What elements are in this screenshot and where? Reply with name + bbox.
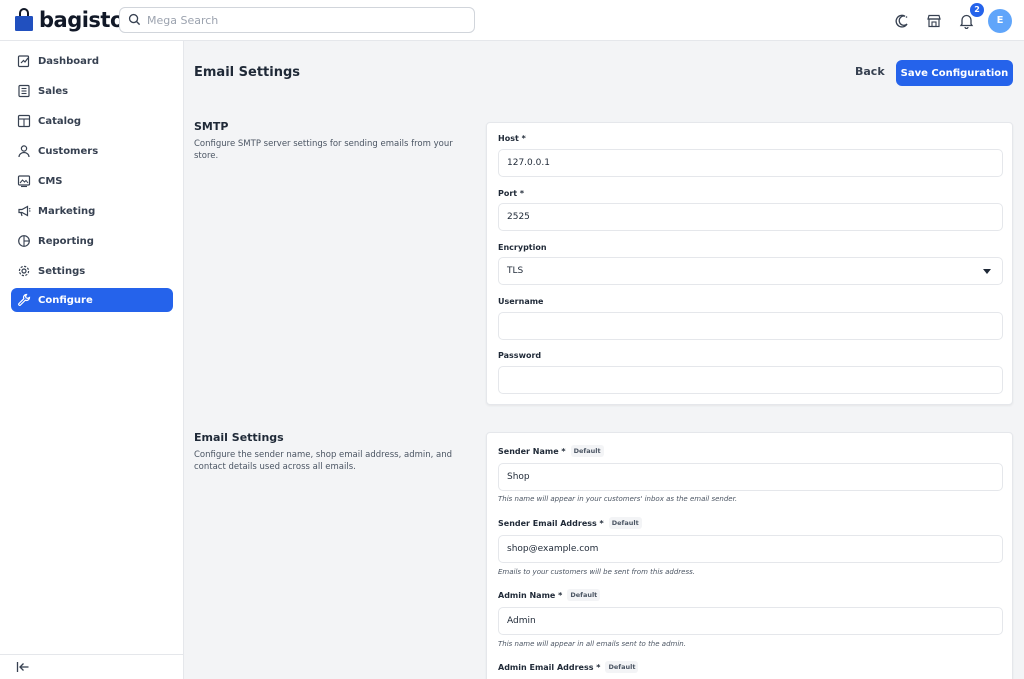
default-badge: Default [567, 589, 601, 601]
sidebar-item-label: Sales [38, 85, 69, 97]
gear-icon [16, 263, 32, 279]
admin-email-label: Admin Email Address * Default [498, 661, 639, 673]
header-actions: 2 E [880, 0, 1012, 41]
sidebar-item-sales[interactable]: Sales [11, 79, 173, 103]
sidebar-item-label: Settings [38, 265, 86, 277]
smtp-card: Host * Port * Encryption TLS Username Pa… [486, 122, 1013, 405]
admin-name-label-text: Admin Name * [498, 590, 563, 600]
sender-name-input[interactable] [498, 463, 1003, 491]
storefront-icon[interactable] [924, 11, 944, 31]
notification-badge: 2 [970, 2, 984, 17]
default-badge: Default [605, 661, 639, 673]
username-label: Username [498, 297, 543, 306]
sender-name-label-text: Sender Name * [498, 446, 566, 456]
search-icon [128, 11, 141, 30]
encryption-selected-value: TLS [507, 266, 524, 276]
username-input[interactable] [498, 312, 1003, 340]
bell-icon[interactable]: 2 [956, 2, 984, 31]
dark-mode-icon[interactable] [892, 11, 912, 31]
back-button[interactable]: Back [847, 63, 893, 80]
sidebar-item-label: Reporting [38, 235, 94, 247]
sidebar-item-settings[interactable]: Settings [11, 259, 173, 283]
host-label-text: Host * [498, 134, 526, 143]
sidebar-item-customers[interactable]: Customers [11, 139, 173, 163]
sidebar-item-cms[interactable]: CMS [11, 169, 173, 193]
sales-icon [16, 83, 32, 99]
logo[interactable]: bagisto [14, 8, 124, 32]
password-label: Password [498, 351, 541, 360]
sidebar-item-reporting[interactable]: Reporting [11, 229, 173, 253]
marketing-icon [16, 203, 32, 219]
reporting-icon [16, 233, 32, 249]
sidebar-collapse[interactable] [0, 654, 184, 679]
top-bar: bagisto 2 E [0, 0, 1024, 41]
admin-email-label-text: Admin Email Address * [498, 662, 601, 672]
sender-email-label: Sender Email Address * Default [498, 517, 642, 529]
catalog-icon [16, 113, 32, 129]
sender-email-input[interactable] [498, 535, 1003, 563]
admin-name-input[interactable] [498, 607, 1003, 635]
smtp-section-description: Configure SMTP server settings for sendi… [194, 139, 453, 161]
sidebar: Dashboard Sales Catalog Customers CMS Ma… [0, 41, 184, 679]
sender-name-hint: This name will appear in your customers'… [498, 495, 738, 503]
sidebar-item-catalog[interactable]: Catalog [11, 109, 173, 133]
encryption-label: Encryption [498, 243, 547, 252]
username-label-text: Username [498, 297, 544, 306]
caret-down-icon [983, 269, 991, 274]
collapse-sidebar-icon [16, 658, 30, 677]
sidebar-item-label: CMS [38, 175, 63, 187]
save-configuration-button[interactable]: Save Configuration [896, 60, 1013, 86]
encryption-label-text: Encryption [498, 243, 547, 252]
search-input[interactable] [147, 13, 447, 27]
page-title: Email Settings [194, 65, 300, 80]
sidebar-item-configure[interactable]: Configure [11, 288, 173, 312]
cms-icon [16, 173, 32, 189]
sidebar-item-label: Marketing [38, 205, 96, 217]
wrench-icon [16, 292, 32, 308]
password-input[interactable] [498, 366, 1003, 394]
shopping-bag-icon [14, 8, 34, 32]
port-input[interactable] [498, 203, 1003, 231]
sidebar-item-label: Configure [38, 294, 93, 306]
default-badge: Default [608, 517, 642, 529]
logo-text: bagisto [39, 8, 124, 32]
admin-name-label: Admin Name * Default [498, 589, 601, 601]
email-section-description: Configure the sender name, shop email ad… [194, 450, 453, 472]
avatar[interactable]: E [988, 8, 1012, 33]
default-badge: Default [570, 445, 604, 457]
admin-name-hint: This name will appear in all emails sent… [498, 640, 686, 648]
email-section-title: Email Settings [194, 431, 284, 444]
dashboard-icon [16, 53, 32, 69]
host-label: Host * [498, 134, 526, 143]
encryption-select[interactable]: TLS [498, 257, 1003, 285]
port-label-text: Port * [498, 189, 525, 198]
sidebar-item-label: Catalog [38, 115, 82, 127]
mega-search[interactable] [119, 7, 475, 33]
sender-email-label-text: Sender Email Address * [498, 518, 604, 528]
port-label: Port * [498, 189, 524, 198]
email-settings-card: Sender Name * Default This name will app… [486, 432, 1013, 679]
host-input[interactable] [498, 149, 1003, 177]
sender-email-hint: Emails to your customers will be sent fr… [498, 568, 696, 576]
sidebar-item-label: Dashboard [38, 55, 99, 67]
sidebar-item-dashboard[interactable]: Dashboard [11, 49, 173, 73]
sidebar-item-label: Customers [38, 145, 99, 157]
sidebar-item-marketing[interactable]: Marketing [11, 199, 173, 223]
sender-name-label: Sender Name * Default [498, 445, 604, 457]
customers-icon [16, 143, 32, 159]
smtp-section-title: SMTP [194, 120, 229, 133]
password-label-text: Password [498, 351, 542, 360]
